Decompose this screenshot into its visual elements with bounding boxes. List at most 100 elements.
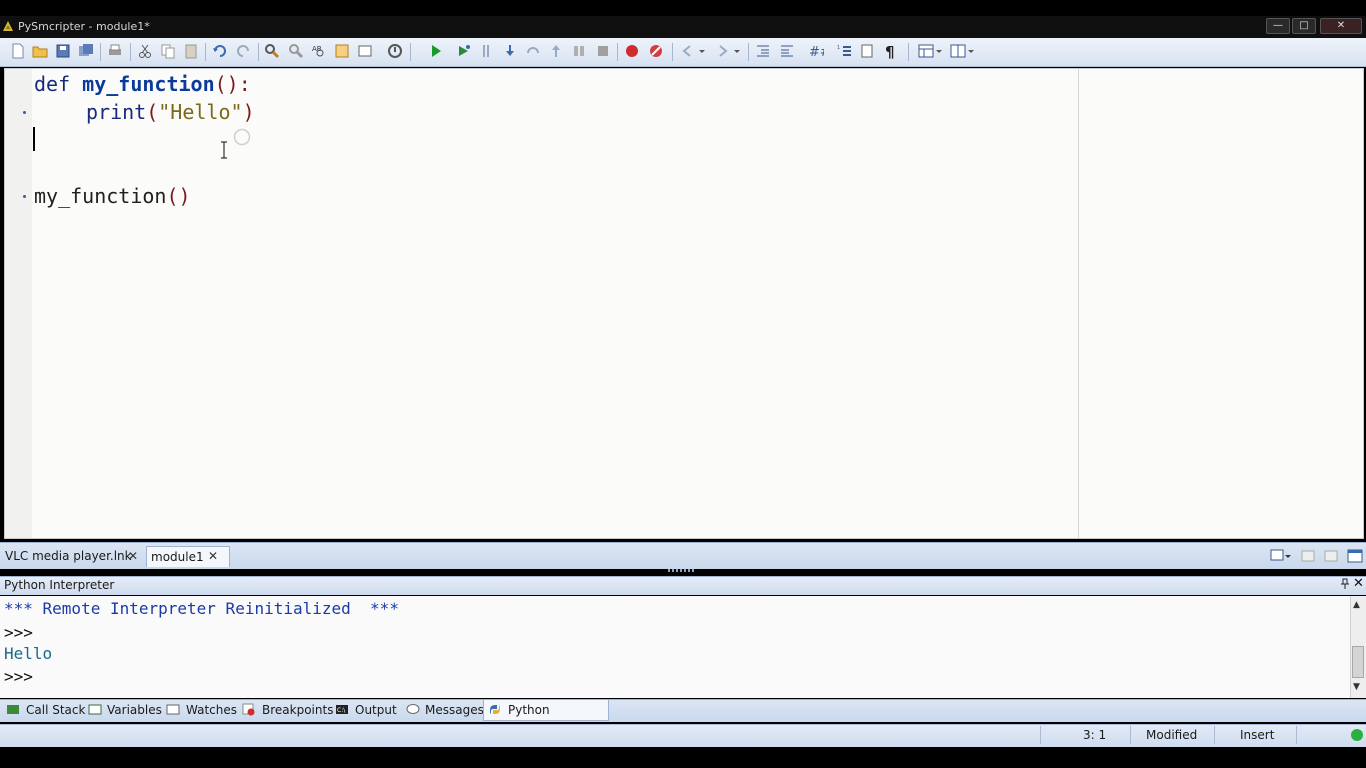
- layout-icon[interactable]: [918, 43, 934, 59]
- breakpoint-icon[interactable]: [624, 43, 640, 59]
- open-paren: (: [146, 100, 159, 124]
- insert-mode-status: Insert: [1240, 728, 1275, 742]
- svg-text:C:\: C:\: [337, 707, 346, 714]
- svg-text:1: 1: [837, 45, 840, 51]
- step-over-icon[interactable]: [525, 43, 541, 59]
- run-to-cursor-icon[interactable]: [480, 43, 496, 59]
- ibeam-cursor-icon: [221, 141, 227, 159]
- minimize-button[interactable]: —: [1266, 18, 1290, 34]
- editor-gutter[interactable]: [5, 69, 32, 538]
- cursor-position: 3: 1: [1083, 728, 1107, 742]
- debug-icon[interactable]: [456, 43, 472, 59]
- string-literal: "Hello": [158, 100, 243, 124]
- pilcrow-icon[interactable]: ¶: [883, 43, 899, 59]
- chevron-down-icon[interactable]: [935, 43, 943, 59]
- busy-cursor-icon: [233, 128, 251, 146]
- code-line-1[interactable]: def my_function():: [34, 72, 251, 96]
- print-icon[interactable]: [107, 43, 123, 59]
- main-toolbar: AB ## 1 ¶: [0, 38, 1366, 67]
- close-paren: ): [242, 100, 255, 124]
- code-line-4[interactable]: my_function(): [34, 184, 191, 208]
- new-tab-icon[interactable]: [1300, 548, 1316, 564]
- tab-python-interpreter[interactable]: Python Interpreter: [483, 700, 609, 737]
- back-icon[interactable]: [680, 43, 696, 59]
- variables-icon: [88, 704, 102, 715]
- stop-icon[interactable]: [595, 43, 611, 59]
- tab-variables[interactable]: Variables: [107, 700, 162, 720]
- keyword-def: def: [34, 72, 71, 96]
- toggle-view-icon[interactable]: [357, 43, 373, 59]
- output-icon: C:\: [336, 705, 348, 714]
- tab-watches[interactable]: Watches: [186, 700, 237, 720]
- chevron-down-icon[interactable]: [967, 43, 975, 59]
- app-icon: [3, 21, 13, 31]
- step-out-icon[interactable]: [548, 43, 564, 59]
- window-title: PySmcripter - module1*: [18, 20, 150, 33]
- redo-icon[interactable]: [235, 43, 251, 59]
- maximize-editor-icon[interactable]: [1346, 548, 1364, 564]
- replace-icon[interactable]: AB: [311, 43, 327, 59]
- messages-icon: [406, 704, 420, 714]
- tab-list-icon[interactable]: [1270, 548, 1292, 564]
- step-into-icon[interactable]: [502, 43, 518, 59]
- watches-icon: [166, 704, 180, 715]
- breakpoints-icon: [242, 703, 255, 716]
- new-file-icon[interactable]: [10, 43, 26, 59]
- save-icon[interactable]: [55, 43, 71, 59]
- call-parens: (): [166, 184, 191, 208]
- find-icon[interactable]: [264, 43, 280, 59]
- interpreter-header: [0, 576, 1366, 595]
- open-folder-icon[interactable]: [32, 43, 48, 59]
- tab-messages[interactable]: Messages: [425, 700, 484, 720]
- scrollbar-thumb[interactable]: [1352, 646, 1364, 678]
- paste-icon[interactable]: [183, 43, 199, 59]
- maximize-button[interactable]: □: [1292, 18, 1316, 34]
- tab-output[interactable]: Output: [355, 700, 397, 720]
- pause-icon[interactable]: [571, 43, 587, 59]
- splitter-grip[interactable]: [668, 569, 696, 572]
- close-tab-icon[interactable]: ✕: [128, 546, 138, 566]
- chevron-down-icon[interactable]: [733, 43, 741, 59]
- clear-breakpoints-icon[interactable]: [648, 43, 664, 59]
- save-all-icon[interactable]: [78, 43, 94, 59]
- chevron-down-icon[interactable]: [698, 43, 706, 59]
- close-all-tabs-icon[interactable]: [1323, 548, 1339, 564]
- undo-icon[interactable]: [212, 43, 228, 59]
- scroll-up-icon[interactable]: ▲: [1353, 600, 1360, 610]
- line-marker: [23, 111, 26, 114]
- right-margin-line: [1078, 69, 1079, 538]
- code-line-2[interactable]: print("Hello"): [86, 100, 255, 124]
- close-tab-icon[interactable]: ✕: [208, 546, 218, 566]
- pin-icon[interactable]: [1340, 578, 1350, 590]
- title-bar: [0, 16, 1366, 38]
- console-prompt: >>>: [4, 623, 33, 642]
- function-call: my_function: [34, 184, 167, 208]
- run-icon[interactable]: [428, 43, 444, 59]
- comment-icon[interactable]: ##: [808, 43, 824, 59]
- cut-icon[interactable]: [137, 43, 153, 59]
- close-panel-icon[interactable]: ✕: [1353, 576, 1364, 591]
- find-next-icon[interactable]: [288, 43, 304, 59]
- jump-to-line-icon[interactable]: [334, 43, 350, 59]
- function-name: my_function: [82, 72, 215, 96]
- scroll-down-icon[interactable]: ▼: [1353, 682, 1360, 692]
- dedent-icon[interactable]: [779, 43, 795, 59]
- forward-icon[interactable]: [714, 43, 730, 59]
- copy-icon[interactable]: [160, 43, 176, 59]
- modified-status: Modified: [1146, 728, 1198, 742]
- tab-breakpoints[interactable]: Breakpoints: [262, 700, 333, 720]
- tab-vlc-media-player[interactable]: VLC media player.lnk: [1, 546, 136, 566]
- word-wrap-icon[interactable]: [860, 43, 876, 59]
- indent-icon[interactable]: [755, 43, 771, 59]
- close-window-button[interactable]: ✕: [1320, 18, 1362, 34]
- view-split-icon[interactable]: [950, 43, 966, 59]
- tab-call-stack[interactable]: Call Stack: [26, 700, 85, 720]
- call-stack-icon: [7, 705, 19, 714]
- line-marker: [23, 195, 26, 198]
- engine-status-icon: [1351, 729, 1363, 741]
- code-editor[interactable]: [4, 68, 1364, 539]
- numbered-list-icon[interactable]: 1: [837, 43, 853, 59]
- parens: ():: [214, 72, 251, 96]
- syntax-check-icon[interactable]: [387, 43, 403, 59]
- console-prompt: >>>: [4, 667, 33, 686]
